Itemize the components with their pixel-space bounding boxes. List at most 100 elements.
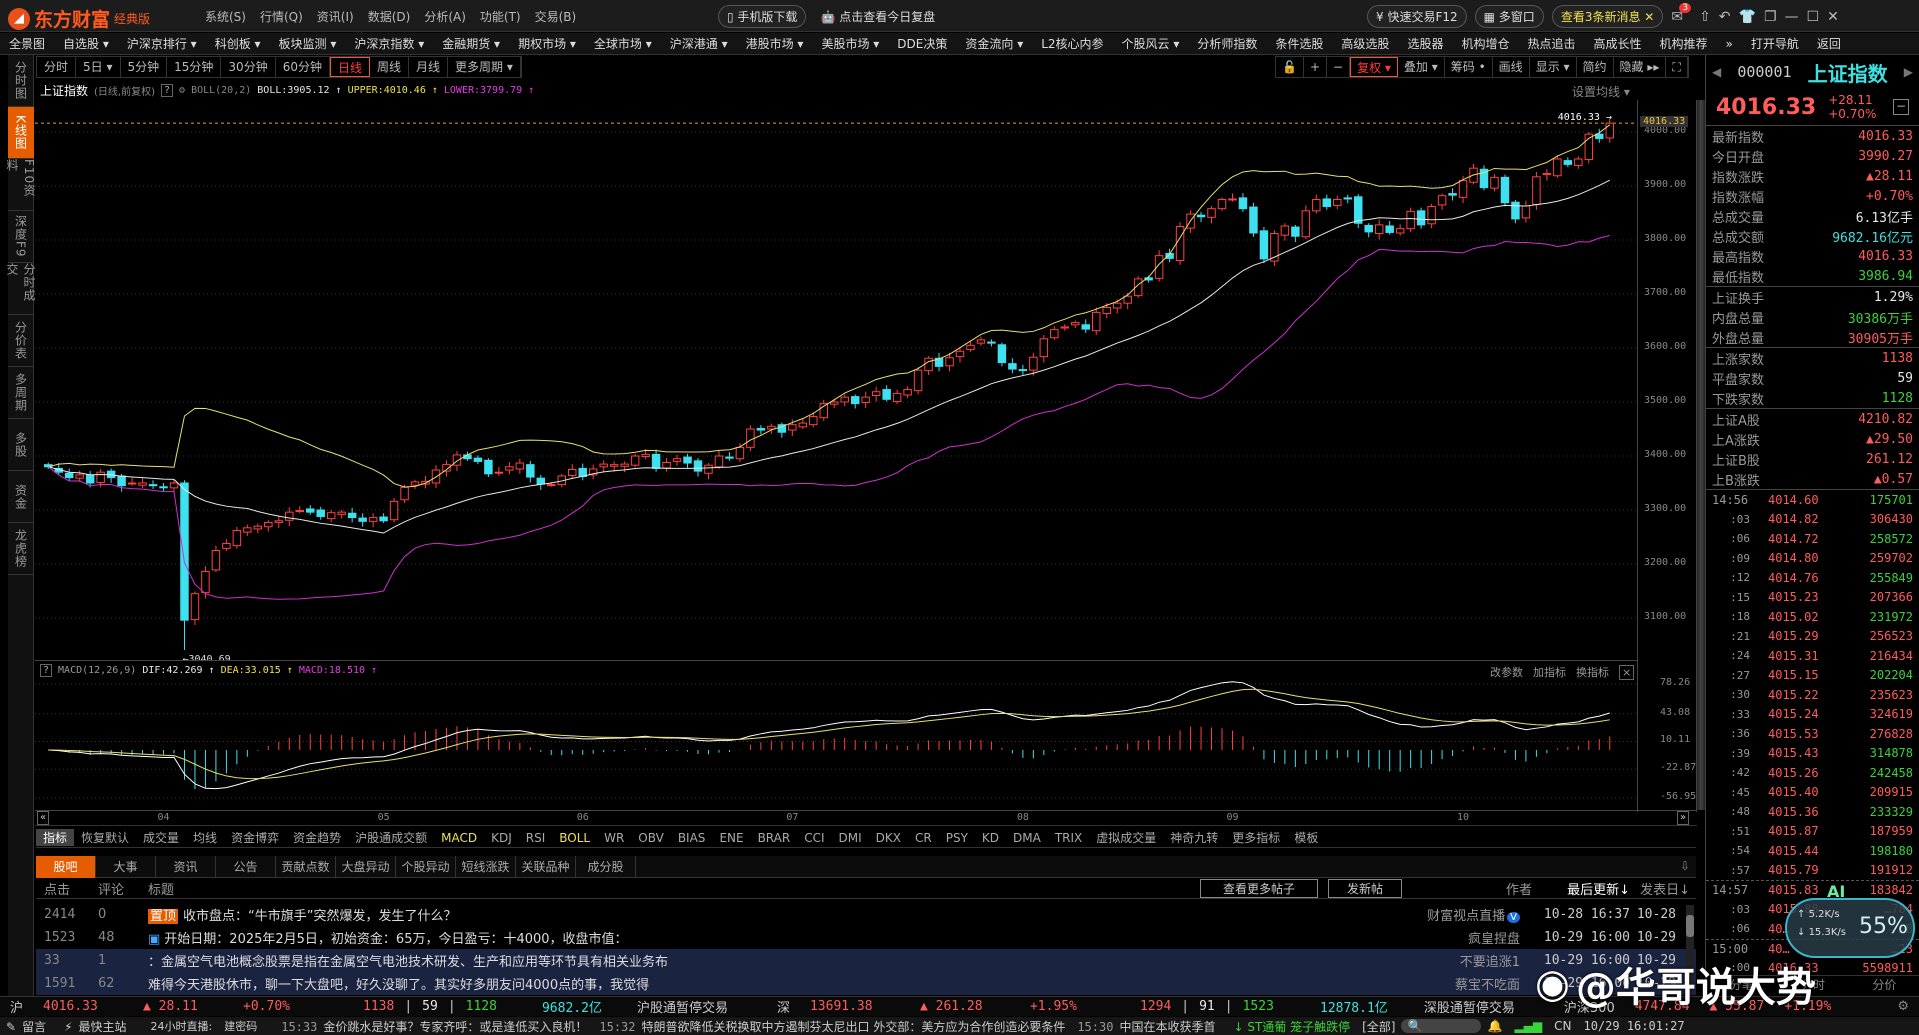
period-tab[interactable]: 30分钟 [221,57,276,77]
gear-icon[interactable]: ⚙ [179,85,185,96]
indicator-tab[interactable]: TRIX [1048,831,1089,845]
news-tab[interactable]: 贡献点数 [276,855,336,878]
indicator-tab[interactable]: 虚拟成交量 [1089,829,1163,846]
nav-item[interactable]: 沪深港通 ▾ [661,35,737,52]
indicator-tab[interactable]: 成交量 [136,829,186,846]
help-icon[interactable]: ? [161,84,174,97]
sidebar-item[interactable]: 分时成交 [5,263,36,315]
sidebar-item[interactable]: 分时图 [8,55,34,107]
tab-price-dist[interactable]: 分价 [1849,976,1919,993]
nav-item[interactable]: 美股市场 ▾ [812,35,888,52]
menu-3[interactable]: 数据(D) [368,8,411,25]
nav-item[interactable]: 期权市场 ▾ [509,35,585,52]
nav-item[interactable]: 高级选股 [1332,35,1398,52]
period-tab[interactable]: 日线 [329,57,370,77]
period-tab[interactable]: 更多周期 ▾ [448,57,521,77]
sidebar-item[interactable]: 分价表 [8,315,34,367]
period-tab[interactable]: 月线 [409,57,449,77]
post-title[interactable]: 难得今天港股休市，聊一下大盘吧，好久没聊了。其实好多朋友问4000点的事，我觉得 [148,978,649,993]
settings-gear-icon[interactable]: ⚙ [1887,999,1919,1014]
news-tab[interactable]: 成分股 [576,855,636,878]
nav-item[interactable]: 全景图 [0,35,54,52]
menu-6[interactable]: 交易(B) [535,8,577,25]
news-row[interactable]: 33 1 ：金属空气电池概念股票是指在金属空气电池技术研发、生产和应用等环节具有相关… [36,949,1696,972]
scroll-left-button[interactable]: « [37,811,50,825]
tab-ticks[interactable]: 分笔 [1706,976,1777,993]
restore-icon[interactable]: ❐ [1764,9,1777,25]
indicator-tab[interactable]: MACD [434,831,484,845]
period-tab[interactable]: 周线 [370,57,410,77]
indicator-tab[interactable]: 恢复默认 [74,829,136,846]
toolbar-button[interactable]: 画线 [1493,57,1530,77]
sidebar-item[interactable]: 多股 [8,419,34,471]
ticker-item[interactable]: 15:32 特朗普欲降低关税换取中方遏制芬太尼出口 外交部：美方应为合作创造必要条… [593,1018,1071,1035]
nav-item[interactable]: 机构增仓 [1452,35,1518,52]
indicator-tab[interactable]: 均线 [186,829,224,846]
indicator-tab[interactable]: DMA [1006,831,1048,845]
sidebar-item[interactable]: 多周期 [8,367,34,419]
nav-item[interactable]: 返回 [1808,35,1850,52]
news-tab[interactable]: 资讯 [156,855,216,878]
indicator-tab[interactable]: KDJ [484,831,519,845]
indicator-tab[interactable]: BOLL [552,831,597,845]
menu-5[interactable]: 功能(T) [480,8,521,25]
close-icon[interactable]: ✕ [1827,9,1839,25]
daily-review-link[interactable]: 🤖 点击查看今日复盘 [820,8,935,25]
mobile-download-button[interactable]: ▯ 手机版下载 [718,5,807,28]
nav-item[interactable]: 沪深京排行 ▾ [118,35,206,52]
scroll-right-button[interactable]: » [1677,811,1690,825]
undo-icon[interactable]: ↶ [1719,9,1731,25]
fastest-server-button[interactable]: ⚡ 最快主站 [58,1018,138,1035]
more-posts-button[interactable]: 查看更多帖子 [1199,879,1318,898]
indicator-tab[interactable]: CCI [797,831,831,845]
macd-help-icon[interactable]: ? [40,664,53,677]
sidebar-item[interactable]: K线图 [8,107,34,159]
sidebar-item[interactable]: 资金 [8,471,34,523]
indicator-tab[interactable]: DKX [869,831,908,845]
news-tab[interactable]: 大事 [96,855,156,878]
news-row[interactable]: 1591 62 难得今天港股休市，聊一下大盘吧，好久没聊了。其实好多朋友问4000点… [36,972,1696,995]
menu-2[interactable]: 资讯(I) [317,8,354,25]
indicator-tab[interactable]: 指标 [36,829,75,846]
indicator-tab[interactable]: DMI [832,831,869,845]
nav-item[interactable]: 沪深京指数 ▾ [345,35,433,52]
message-button[interactable]: ✎ 留言 [0,1018,58,1035]
sidebar-item[interactable]: 深度F9 [8,211,34,263]
search-input[interactable]: 🔍 [1401,1019,1482,1033]
new-post-button[interactable]: 发新帖 [1327,879,1402,898]
minimize-icon[interactable]: — [1785,9,1799,25]
nav-item[interactable]: L2核心内参 [1032,35,1112,52]
period-tab[interactable]: 15分钟 [167,57,222,77]
period-tab[interactable]: 5日 ▾ [76,57,121,77]
collapse-icon[interactable]: ⇩ [1680,859,1690,873]
nav-item[interactable]: 个股风云 ▾ [1113,35,1189,52]
news-row[interactable]: 2414 0 置顶 收市盘点：“牛市旗手”突然爆发，发生了什么？ 财富视点直播 V 10-2… [36,903,1696,926]
toolbar-button[interactable]: 隐藏 ▸▸ [1614,57,1667,77]
indicator-tab[interactable]: OBV [631,831,671,845]
news-tab[interactable]: 公告 [216,855,276,878]
sidebar-item[interactable]: 龙虎榜 [8,523,34,575]
messages-button[interactable]: 查看3条新消息 ✕ [1551,5,1664,28]
collapse-quote-button[interactable]: − [1893,99,1909,115]
menu-1[interactable]: 行情(Q) [260,8,303,25]
toolbar-button[interactable]: ⛶ [1666,57,1688,77]
indicator-tab[interactable]: 更多指标 [1225,829,1287,846]
menu-4[interactable]: 分析(A) [424,8,466,25]
set-ma-dropdown[interactable]: 设置均线 ▾ [1572,83,1630,100]
nav-item[interactable]: 资金流向 ▾ [956,35,1032,52]
indicator-tab[interactable]: 资金博弈 [224,829,286,846]
nav-item[interactable]: 科创板 ▾ [206,35,270,52]
nav-item[interactable]: 机构推荐 [1651,35,1717,52]
nav-item[interactable]: » [1717,37,1742,51]
menu-0[interactable]: 系统(S) [205,8,246,25]
sidebar-item[interactable]: F10资料 [5,159,36,211]
up-icon[interactable]: ⇧ [1699,9,1711,25]
indicator-tab[interactable]: PSY [939,831,975,845]
nav-item[interactable]: DDE决策 [888,35,956,52]
toolbar-button[interactable]: 🔓 [1276,57,1304,77]
indicator-tab[interactable]: 资金趋势 [286,829,348,846]
next-stock-icon[interactable]: ▶ [1904,65,1913,79]
post-title[interactable]: 收市盘点：“牛市旗手”突然爆发，发生了什么？ [183,909,456,924]
indicator-tab[interactable]: 神奇九转 [1163,829,1225,846]
ticker-item[interactable]: 15:30 中国在本收获季首 [1071,1018,1221,1035]
